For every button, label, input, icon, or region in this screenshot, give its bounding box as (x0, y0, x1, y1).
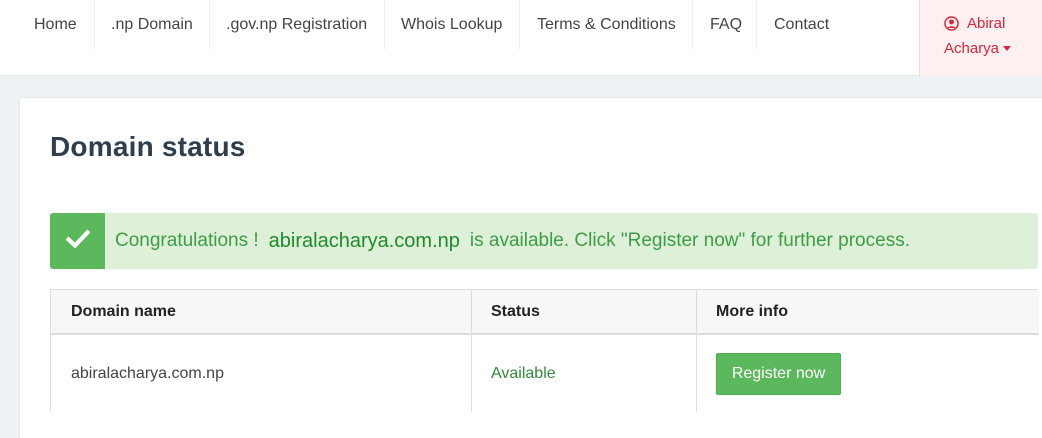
alert-suffix: is available. Click "Register now" for f… (469, 230, 910, 251)
caret-down-icon (1003, 46, 1012, 51)
header-more-info: More info (716, 302, 788, 320)
header-status: Status (491, 302, 540, 320)
check-icon (65, 229, 90, 254)
user-circle-icon (944, 16, 959, 31)
alert-icon-box (50, 213, 105, 269)
table-header-row: Domain name Status More info (51, 290, 1039, 335)
alert-domain-name: abiralacharya.com.np (268, 229, 460, 252)
header-domain-name: Domain name (71, 302, 176, 320)
nav-whois-lookup[interactable]: Whois Lookup (384, 0, 502, 50)
nav-terms-conditions[interactable]: Terms & Conditions (520, 0, 676, 50)
table-row: abiralacharya.com.np Available Register … (51, 335, 1039, 412)
page-title: Domain status (50, 131, 246, 162)
top-navbar: Home .np Domain .gov.np Registration Who… (0, 0, 1042, 76)
success-alert: Congratulations ! abiralacharya.com.np i… (50, 213, 1038, 269)
cell-status: Available (491, 364, 556, 382)
nav-np-domain[interactable]: .np Domain (94, 0, 193, 50)
user-first-name: Abiral (967, 15, 1006, 32)
domain-status-table: Domain name Status More info abiralachar… (50, 289, 1039, 412)
register-now-button[interactable]: Register now (716, 352, 841, 395)
user-name-second-line: Acharya (944, 40, 1012, 57)
nav-contact[interactable]: Contact (757, 0, 829, 50)
user-last-name: Acharya (944, 40, 1000, 57)
cell-more-info: Register now (696, 335, 1039, 412)
cell-domain-name: abiralacharya.com.np (71, 364, 224, 382)
alert-prefix: Congratulations ! (115, 230, 259, 251)
nav-gov-np-registration[interactable]: .gov.np Registration (209, 0, 367, 50)
nav-home[interactable]: Home (17, 0, 77, 50)
nav-faq[interactable]: FAQ (693, 0, 742, 50)
alert-message: Congratulations ! abiralacharya.com.np i… (115, 213, 910, 269)
user-name-first-line: Abiral (944, 15, 1005, 32)
user-menu-dropdown[interactable]: Abiral Acharya (919, 0, 1042, 76)
